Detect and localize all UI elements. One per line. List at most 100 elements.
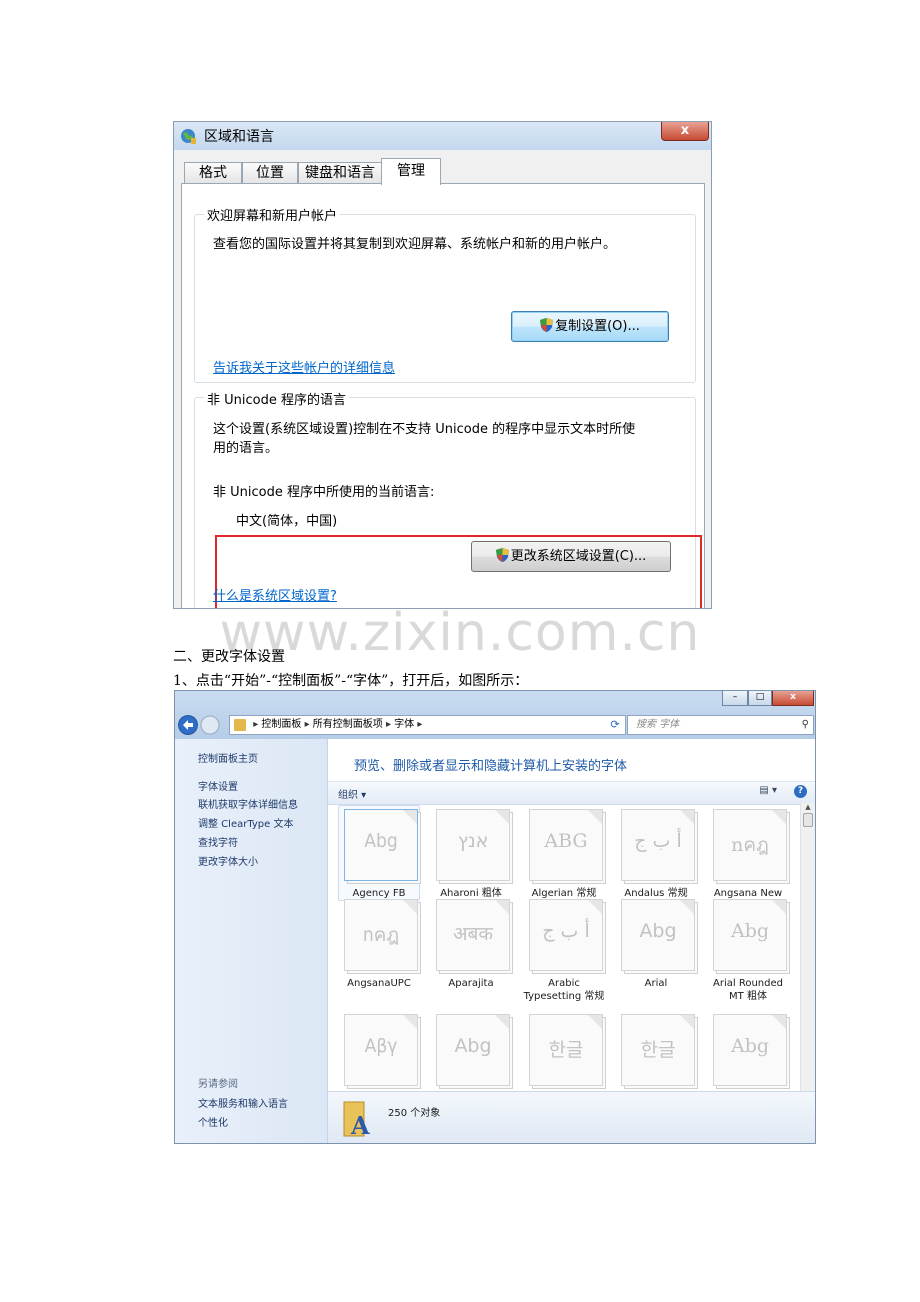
font-sample-text: אנץ [457,830,489,852]
close-icon[interactable]: x [772,691,814,706]
font-preview-icon: אנץ [436,809,510,881]
font-name-label: Arial [644,978,668,989]
back-arrow-icon[interactable] [178,715,198,735]
font-sample-text: Aβγ [364,1035,398,1057]
help-icon[interactable]: ? [794,785,807,798]
search-placeholder: 搜索 字体 [636,719,680,730]
tab-panel: 欢迎屏幕和新用户帐户 查看您的国际设置并将其复制到欢迎屏幕、系统帐户和新的用户帐… [181,183,705,608]
font-preview-icon: أ ب ج [621,809,695,881]
font-sample-text: ABG [544,830,588,852]
step-instruction: 1、点击“开始”-“控制面板”-“字体”，打开后，如图所示： [173,673,529,689]
font-sample-text: أ ب ج [542,920,590,942]
tab-format[interactable]: 格式 [184,162,242,184]
svg-text:A: A [350,1111,370,1138]
scroll-thumb[interactable] [803,813,813,827]
page-headline: 预览、删除或者显示和隐藏计算机上安装的字体 [354,759,628,774]
nonunicode-description-1: 这个设置(系统区域设置)控制在不支持 Unicode 的程序中显示文本时所使 [213,422,636,437]
globe-icon [181,129,196,144]
fonts-folder-icon: A [343,1101,370,1138]
sidebar-home-link[interactable]: 控制面板主页 [198,750,258,765]
font-sample-text: nคฎ [731,834,769,856]
sidebar-item-font-settings[interactable]: 字体设置 [198,778,238,793]
font-sample-text: أ ب ج [634,830,682,852]
font-name-label: AngsanaUPC [347,978,411,989]
font-preview-icon: Aβγ [344,1014,418,1086]
breadcrumb-control-panel[interactable]: 控制面板 [261,719,301,730]
section-heading: 二、更改字体设置 [173,649,285,665]
vertical-scrollbar[interactable]: ▲ ▼ [800,803,815,1099]
change-locale-label: 更改系统区域设置(C)... [510,549,647,564]
welcome-description: 查看您的国际设置并将其复制到欢迎屏幕、系统帐户和新的用户帐户。 [213,237,617,252]
see-also-label: 另请参阅 [198,1079,238,1090]
tab-location[interactable]: 位置 [242,162,298,184]
font-name-label: Aparajita [448,978,494,989]
details-pane: A 250 个对象 [328,1091,815,1143]
fonts-control-panel-window: – □ x ▸ 控制面板 ▸ 所有控制面板项 ▸ 字体 ▸ ⟳ 搜索 字体 ⚲ … [174,690,816,1144]
current-language-label: 非 Unicode 程序中所使用的当前语言: [213,485,435,500]
window-controls: – □ x [722,691,814,706]
minimize-icon[interactable]: – [722,691,748,706]
refresh-icon[interactable]: ⟳ [605,715,626,735]
font-sample-text: nคฎ [362,924,400,946]
dialog-titlebar: 区域和语言 x [174,122,711,150]
font-name-label: Arabic Typesetting 常规 [523,978,605,1002]
dialog-title: 区域和语言 [204,129,274,145]
uac-shield-icon [540,318,554,332]
welcome-group-label: 欢迎屏幕和新用户帐户 [204,205,341,224]
tab-keyboards-languages[interactable]: 键盘和语言 [298,162,382,184]
command-bar: 组织 ▾ ▤ ▾ ? [328,781,815,805]
font-sample-text: 한글 [640,1039,676,1061]
sidebar-item-change-font-size[interactable]: 更改字体大小 [198,853,258,868]
font-sample-text: Abg [454,1035,492,1057]
close-button[interactable]: x [661,122,709,141]
organize-button[interactable]: 组织 ▾ [338,786,366,801]
sidebar: 控制面板主页 字体设置 联机获取字体详细信息 调整 ClearType 文本 查… [175,739,328,1143]
font-preview-icon: 한글 [529,1014,603,1086]
uac-shield-icon [495,548,509,562]
font-name-label: Arial Rounded MT 粗体 [713,978,783,1002]
nonunicode-group-label: 非 Unicode 程序的语言 [204,389,349,408]
sidebar-item-get-font-info[interactable]: 联机获取字体详细信息 [198,796,298,811]
search-icon[interactable]: ⚲ [802,716,809,734]
search-input[interactable]: 搜索 字体 ⚲ [627,715,814,735]
font-preview-icon: अबक [436,899,510,971]
system-locale-help-link[interactable]: 什么是系统区域设置? [213,585,337,604]
font-preview-icon: Abg [713,1014,787,1086]
see-also-text-services[interactable]: 文本服务和输入语言 [198,1095,288,1110]
address-bar[interactable]: ▸ 控制面板 ▸ 所有控制面板项 ▸ 字体 ▸ [229,715,607,735]
font-sample-text: अबक [453,923,493,945]
sidebar-item-cleartype[interactable]: 调整 ClearType 文本 [198,815,293,830]
font-sample-text: 한글 [548,1039,584,1061]
scroll-up-arrow[interactable]: ▲ [801,803,815,811]
font-preview-icon: nคฎ [344,899,418,971]
region-language-dialog: 区域和语言 x 格式 位置 键盘和语言 管理 欢迎屏幕和新用户帐户 查看您的国际… [173,121,712,609]
font-preview-icon: Abg [436,1014,510,1086]
tab-administrative[interactable]: 管理 [381,158,441,185]
window-header: – □ x ▸ 控制面板 ▸ 所有控制面板项 ▸ 字体 ▸ ⟳ 搜索 字体 ⚲ [175,691,815,739]
font-preview-icon: Abg [621,899,695,971]
folder-icon [234,719,246,731]
breadcrumb-fonts[interactable]: 字体 [394,719,414,730]
main-pane: 预览、删除或者显示和隐藏计算机上安装的字体 组织 ▾ ▤ ▾ ? Abg Agen… [328,739,815,1143]
copy-settings-label: 复制设置(O)... [555,319,640,334]
font-preview-icon: أ ب ج [529,899,603,971]
breadcrumb-all-items[interactable]: 所有控制面板项 [313,719,383,730]
font-preview-icon: ABG [529,809,603,881]
maximize-icon[interactable]: □ [748,691,772,706]
font-sample-text: Abg [364,830,398,852]
font-preview-icon: 한글 [621,1014,695,1086]
font-preview-icon: Abg [713,899,787,971]
watermark-text: www.zixin.com.cn [219,603,701,663]
font-sample-text: Abg [730,1035,770,1057]
view-options-button[interactable]: ▤ ▾ [759,785,777,796]
change-system-locale-button[interactable]: 更改系统区域设置(C)... [471,541,671,572]
forward-arrow-icon[interactable] [200,715,220,735]
copy-settings-button[interactable]: 复制设置(O)... [511,311,669,342]
item-count: 250 个对象 [388,1108,441,1119]
see-also-personalization[interactable]: 个性化 [198,1114,228,1129]
font-sample-text: Abg [730,920,770,942]
current-language-value: 中文(简体，中国) [236,514,338,529]
accounts-info-link[interactable]: 告诉我关于这些帐户的详细信息 [213,357,395,376]
sidebar-item-find-character[interactable]: 查找字符 [198,834,238,849]
font-sample-text: Abg [639,920,677,942]
